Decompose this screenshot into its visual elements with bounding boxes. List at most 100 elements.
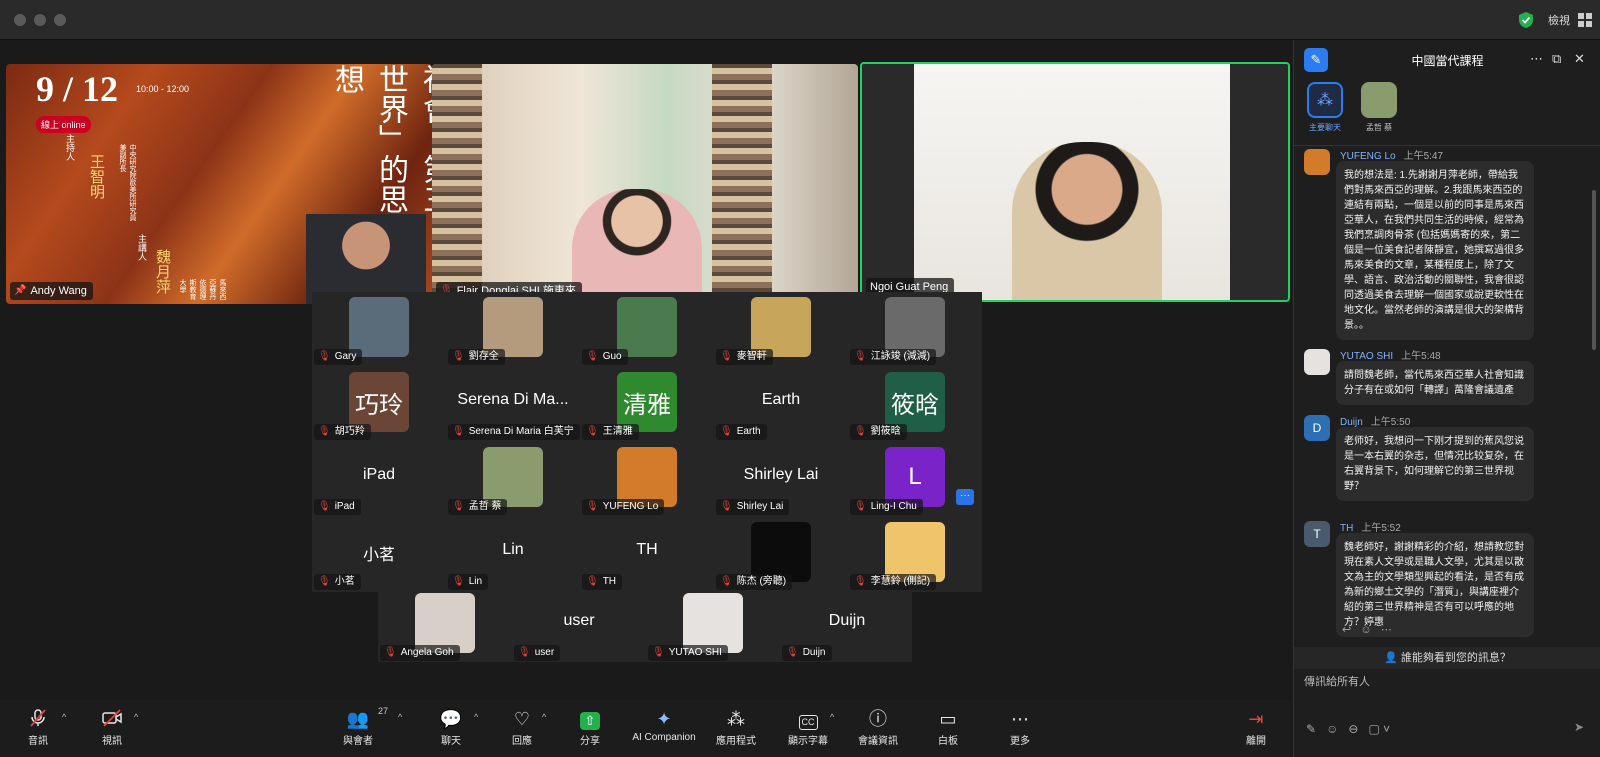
gallery-tile[interactable]: Earth 🎙 Earth bbox=[714, 367, 848, 442]
avatar bbox=[617, 447, 677, 507]
tab-dm-meng-zhe-cai[interactable]: 孟哲 蔡 bbox=[1354, 82, 1404, 133]
gallery-tile[interactable]: 🎙 YUFENG Lo bbox=[580, 442, 714, 517]
name-tag: 🎙 YUFENG Lo bbox=[582, 499, 665, 515]
mic-muted-icon: 🎙 bbox=[384, 647, 397, 658]
emoji-react-icon[interactable]: ☺ bbox=[1360, 624, 1371, 636]
send-icon[interactable]: ➤ bbox=[1574, 720, 1584, 734]
apps-label: 應用程式 bbox=[716, 736, 756, 747]
gallery-tile[interactable]: 筱晗 🎙 劉筱晗 bbox=[848, 367, 982, 442]
gallery-tile[interactable]: 🎙 麥智軒 bbox=[714, 292, 848, 367]
chat-input[interactable]: 傳訊給所有人 bbox=[1304, 673, 1584, 689]
gallery-tile[interactable]: 🎙 Gary bbox=[312, 292, 446, 367]
participant-display-name: iPad bbox=[362, 466, 396, 483]
gallery-tile[interactable]: Shirley Lai 🎙 Shirley Lai bbox=[714, 442, 848, 517]
maximize-window-button[interactable] bbox=[54, 14, 66, 26]
captions-caret-icon[interactable]: ^ bbox=[830, 712, 834, 722]
gallery-tile[interactable]: 🎙 Guo bbox=[580, 292, 714, 367]
gallery-tile[interactable]: Lin 🎙 Lin bbox=[446, 517, 580, 592]
security-shield-icon[interactable] bbox=[1518, 11, 1534, 29]
audio-button[interactable]: 音訊 bbox=[0, 708, 78, 754]
video-tile-ngoi-guat-peng[interactable]: Ngoi Guat Peng bbox=[860, 62, 1290, 302]
avatar bbox=[1304, 349, 1330, 375]
mic-muted-icon: 🎙 bbox=[452, 351, 465, 362]
gallery-tile[interactable]: iPad 🎙 iPad bbox=[312, 442, 446, 517]
gallery-tile[interactable]: 🎙 陈杰 (旁聽) bbox=[714, 517, 848, 592]
reply-icon[interactable]: ↩ bbox=[1342, 624, 1351, 636]
video-options-caret-icon[interactable]: ^ bbox=[134, 712, 138, 722]
mic-off-icon bbox=[0, 708, 78, 730]
person-icon: 👤 bbox=[1384, 652, 1398, 664]
tile-more-options-button[interactable]: ··· bbox=[956, 489, 974, 505]
close-window-button[interactable] bbox=[14, 14, 26, 26]
chat-scrollbar[interactable] bbox=[1592, 190, 1596, 350]
avatar bbox=[885, 522, 945, 582]
message-more-icon[interactable]: ⋯ bbox=[1381, 624, 1392, 636]
screenshot-icon[interactable]: ▢ ˅ bbox=[1368, 722, 1390, 736]
close-chat-icon[interactable]: ✕ bbox=[1574, 51, 1585, 67]
gallery-tile[interactable]: 小茗 🎙 小茗 bbox=[312, 517, 446, 592]
attach-icon[interactable]: ⊖ bbox=[1348, 722, 1358, 736]
gallery-tile[interactable]: 🎙 Angela Goh bbox=[378, 588, 512, 663]
name-tag: 🎙 Serena Di Maria 白芙宁 bbox=[448, 424, 580, 440]
mic-muted-icon: 🎙 bbox=[318, 426, 331, 437]
gallery-tile[interactable]: TH 🎙 TH bbox=[580, 517, 714, 592]
name-tag: 🎙 胡巧羚 bbox=[314, 424, 371, 440]
more-button[interactable]: ⋯ 更多 bbox=[980, 708, 1060, 754]
share-button[interactable]: ⇧ 分享 bbox=[550, 708, 630, 754]
view-grid-icon[interactable] bbox=[1578, 13, 1592, 27]
popout-icon[interactable]: ⧉ bbox=[1552, 51, 1561, 67]
chat-caret-icon[interactable]: ^ bbox=[474, 712, 478, 722]
leave-button[interactable]: ⇥ 離開 bbox=[1216, 708, 1296, 754]
who-can-see-label: 誰能夠看到您的訊息？ bbox=[1400, 652, 1511, 664]
video-tile-andy-wang[interactable]: 9 / 12 10:00 - 12:00 線上 online 社會：第三世界」的… bbox=[6, 64, 432, 304]
gallery-tile[interactable]: user 🎙 user bbox=[512, 588, 646, 663]
gallery-tile[interactable]: L 🎙 Ling-I Chu bbox=[848, 442, 982, 517]
name-tag: 🎙 麥智軒 bbox=[716, 349, 773, 365]
gallery-tile[interactable]: Serena Di Ma... 🎙 Serena Di Maria 白芙宁 bbox=[446, 367, 580, 442]
participant-name: 麥智軒 bbox=[736, 351, 767, 362]
apps-icon: ⁂ bbox=[727, 709, 745, 729]
info-icon: ⓘ bbox=[869, 709, 887, 729]
tab-main-chat[interactable]: ⁂ 主要聊天 bbox=[1300, 82, 1350, 133]
gallery-tile[interactable]: 清雅 🎙 王清雅 bbox=[580, 367, 714, 442]
name-tag: 🎙 劉存全 bbox=[448, 349, 505, 365]
share-arrow-icon: ⇧ bbox=[550, 708, 630, 730]
poster-online-badge: 線上 online bbox=[36, 116, 91, 133]
mic-muted-icon: 🎙 bbox=[318, 501, 331, 512]
poster-title: 社會：第三世界」的思想 bbox=[330, 64, 432, 214]
participant-name: Earth bbox=[736, 426, 761, 437]
whiteboard-button[interactable]: ▭ 白板 bbox=[908, 708, 988, 754]
view-button[interactable]: 檢視 bbox=[1548, 12, 1570, 28]
ai-companion-button[interactable]: ✦ AI Companion bbox=[624, 708, 704, 754]
meeting-info-button[interactable]: ⓘ 會議資訊 bbox=[838, 708, 918, 754]
gallery-tile[interactable]: 🎙 江詠竣 (減減) bbox=[848, 292, 982, 367]
audio-options-caret-icon[interactable]: ^ bbox=[62, 712, 66, 722]
poster-host-affil: 中央研究院歐美所研究員兼副所長 bbox=[119, 144, 137, 221]
gallery-tile[interactable]: 🎙 李慧鈴 (側記) bbox=[848, 517, 982, 592]
video-tile-flair-shi[interactable]: 🎙 Flair Donglai SHI 施東來 bbox=[432, 64, 858, 304]
chat-message-list[interactable]: YUFENG Lo 上午5:47 我的想法是: 1.先謝謝月萍老師，帶給我們對馬來西… bbox=[1294, 147, 1594, 647]
react-caret-icon[interactable]: ^ bbox=[542, 712, 546, 722]
poster-date: 9 / 12 bbox=[36, 69, 119, 109]
participant-display-name: TH bbox=[636, 541, 658, 558]
bookshelf-right bbox=[712, 64, 772, 304]
gallery-tile[interactable]: 🎙 YUTAO SHI bbox=[646, 588, 780, 663]
participants-caret-icon[interactable]: ^ bbox=[398, 712, 402, 722]
title-bar: 檢視 bbox=[0, 0, 1600, 40]
gallery-tile[interactable]: 🎙 孟哲 蔡 bbox=[446, 442, 580, 517]
emoji-icon[interactable]: ☺ bbox=[1326, 722, 1338, 736]
gallery-tile[interactable]: 🎙 劉存全 bbox=[446, 292, 580, 367]
who-can-see-button[interactable]: 👤 誰能夠看到您的訊息？ bbox=[1294, 647, 1600, 669]
captions-button[interactable]: CC 顯示字幕 bbox=[768, 708, 848, 754]
apps-button[interactable]: ⁂ 應用程式 bbox=[696, 708, 776, 754]
gallery-tile[interactable]: 巧玲 🎙 胡巧羚 bbox=[312, 367, 446, 442]
video-button[interactable]: 視訊 bbox=[72, 708, 152, 754]
chat-more-options-icon[interactable]: ⋯ bbox=[1530, 51, 1543, 67]
gallery-tile[interactable]: Duijn 🎙 Duijn bbox=[780, 588, 914, 663]
format-icon[interactable]: ✎ bbox=[1306, 722, 1316, 736]
participant-name: Gary bbox=[334, 351, 357, 362]
minimize-window-button[interactable] bbox=[34, 14, 46, 26]
chat-tabs: ⁂ 主要聊天 孟哲 蔡 bbox=[1294, 80, 1600, 146]
chat-button[interactable]: 💬 聊天 bbox=[411, 708, 491, 754]
mic-muted-icon: 🎙 bbox=[652, 647, 665, 658]
